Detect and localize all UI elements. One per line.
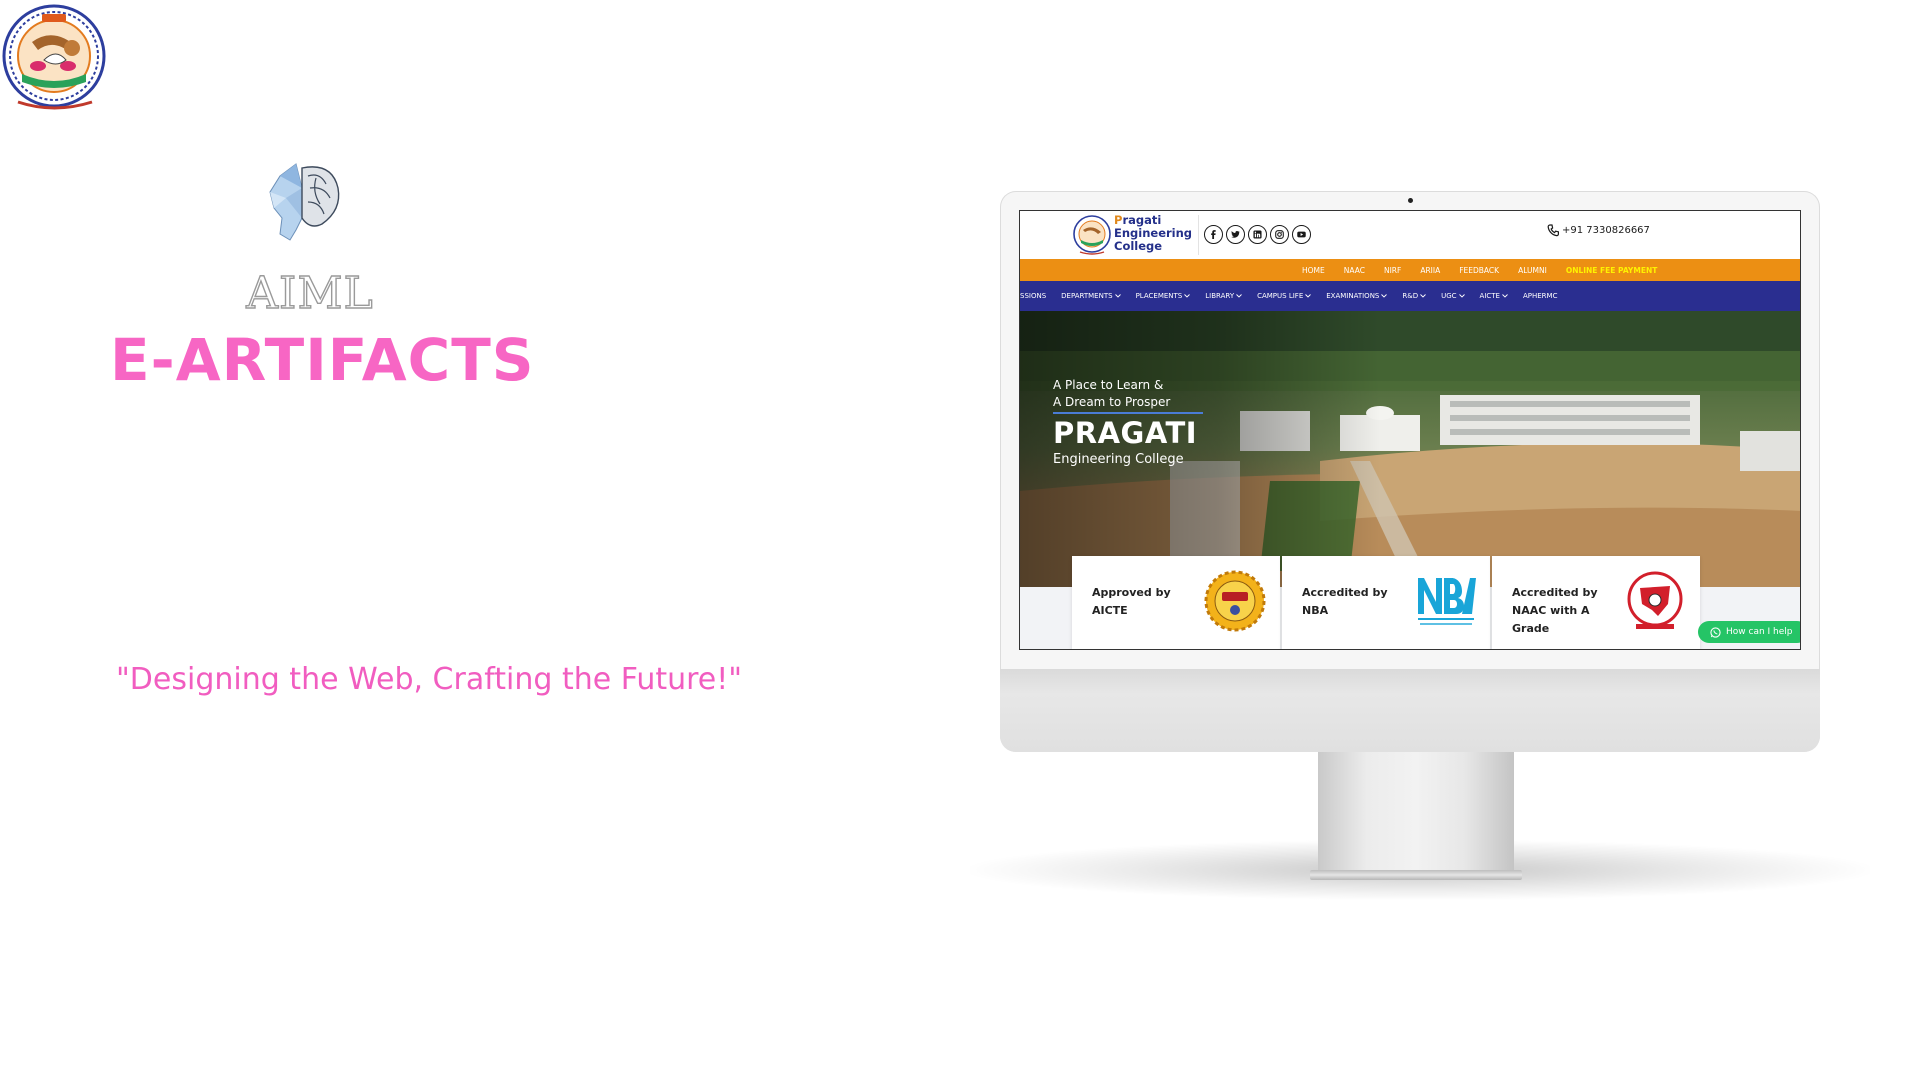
top-nav-home[interactable]: HOME [1302,266,1325,275]
chevron-down-icon [1184,294,1191,298]
online-fee-payment-link[interactable]: ONLINE FEE PAYMENT [1566,266,1658,275]
nav-label: UGC [1441,292,1457,300]
card-line1: Accredited by [1512,586,1598,599]
top-nav-alumni[interactable]: ALUMNI [1518,266,1547,275]
phone-number: +91 7330826667 [1562,225,1650,236]
facebook-icon[interactable] [1204,225,1223,244]
chevron-down-icon [1236,294,1242,298]
nav-label: R&D [1402,292,1419,300]
top-nav-nirf[interactable]: NIRF [1384,266,1401,275]
card-text: Accredited by NAAC with A Grade [1512,584,1624,638]
college-name-line1: ragati [1122,213,1162,227]
chevron-down-icon [1381,294,1388,298]
card-line2: AICTE [1092,604,1128,617]
nav-placements[interactable]: PLACEMENTS [1136,292,1191,300]
nba-logo-icon [1418,578,1476,625]
nav-examinations[interactable]: EXAMINATIONS [1326,292,1388,300]
tagline: "Designing the Web, Crafting the Future!… [116,662,743,697]
card-line1: Approved by [1092,586,1171,599]
aiml-label: AIML [246,267,374,319]
nav-departments[interactable]: DEPARTMENTS [1061,292,1121,300]
top-nav-naac[interactable]: NAAC [1344,266,1365,275]
phone-icon [1547,224,1559,237]
nav-label: SSIONS [1020,292,1047,300]
nav-label: APHERMC [1522,292,1558,300]
imac-stand [1318,752,1514,878]
hero-title: PRAGATI [1053,416,1198,450]
nav-r-and-d[interactable]: R&D [1402,292,1426,300]
phone-contact[interactable]: +91 7330826667 [1547,224,1650,237]
hero-underline [1053,412,1203,414]
top-nav: HOME NAAC NIRF ARIIA FEEDBACK ALUMNI ONL… [1020,259,1800,281]
chevron-down-icon [1114,294,1121,298]
nav-label: CAMPUS LIFE [1257,292,1304,300]
top-nav-ariia[interactable]: ARIIA [1420,266,1440,275]
college-name[interactable]: Pragati Engineering College [1114,214,1192,253]
youtube-icon[interactable] [1292,225,1311,244]
accreditation-card-naac[interactable]: Accredited by NAAC with A Grade [1492,556,1700,649]
card-text: Accredited by NBA [1302,584,1414,620]
accreditation-card-nba[interactable]: Accredited by NBA [1282,556,1490,649]
chevron-down-icon [1502,294,1508,298]
chevron-down-icon [1305,294,1312,298]
main-nav: SSIONS DEPARTMENTS PLACEMENTS LIBRARY CA… [1020,281,1800,311]
nav-label: AICTE [1479,292,1500,300]
aicte-logo-icon [1204,570,1266,632]
top-nav-feedback[interactable]: FEEDBACK [1459,266,1499,275]
slide: AIML E-ARTIFACTS "Designing the Web, Cra… [0,0,1920,1080]
site-logo-icon[interactable] [1072,214,1112,256]
nav-campus-life[interactable]: CAMPUS LIFE [1257,292,1312,300]
site-header: Pragati Engineering College +91 73308266… [1020,211,1800,259]
whatsapp-chat-button[interactable]: How can I help [1698,621,1800,643]
nav-label: PLACEMENTS [1135,292,1183,300]
hero-tagline-line2: A Dream to Prosper [1053,395,1171,409]
nav-aicte[interactable]: AICTE [1480,292,1508,300]
nav-label: DEPARTMENTS [1061,292,1113,300]
chevron-down-icon [1420,294,1426,298]
accreditation-card-aicte[interactable]: Approved by AICTE [1072,556,1280,649]
hero-tagline-line1: A Place to Learn & [1053,378,1164,392]
nav-library[interactable]: LIBRARY [1205,292,1242,300]
nav-label: EXAMINATIONS [1326,292,1380,300]
imac-chin [1000,669,1820,752]
ai-head-icon [269,163,340,241]
header-divider [1198,215,1199,255]
imac-stand-foot [1310,870,1522,880]
page-title: E-ARTIFACTS [110,326,535,394]
whatsapp-icon [1710,626,1721,638]
instagram-icon[interactable] [1270,225,1289,244]
linkedin-icon[interactable] [1248,225,1267,244]
twitter-icon[interactable] [1226,225,1245,244]
website-screenshot: Pragati Engineering College +91 73308266… [1019,210,1801,650]
college-seal-logo [2,4,106,110]
camera-icon [1408,198,1413,203]
naac-logo-icon [1627,571,1683,629]
nav-admissions[interactable]: SSIONS [1020,292,1046,300]
card-line2: NAAC with A Grade [1512,604,1590,635]
nav-aphermc[interactable]: APHERMC [1523,292,1558,300]
card-line2: NBA [1302,604,1329,617]
card-line1: Accredited by [1302,586,1388,599]
accreditation-cards: Approved by AICTE Accredited by NBA Accr… [1072,556,1700,649]
college-name-line3: College [1114,239,1163,253]
imac-monitor: Pragati Engineering College +91 73308266… [1000,191,1820,752]
whatsapp-label: How can I help [1726,627,1793,637]
hero-subtitle: Engineering College [1053,452,1184,467]
card-text: Approved by AICTE [1092,584,1204,620]
social-links [1204,225,1311,244]
nav-label: LIBRARY [1205,292,1235,300]
chevron-down-icon [1458,294,1465,298]
nav-ugc[interactable]: UGC [1441,292,1465,300]
